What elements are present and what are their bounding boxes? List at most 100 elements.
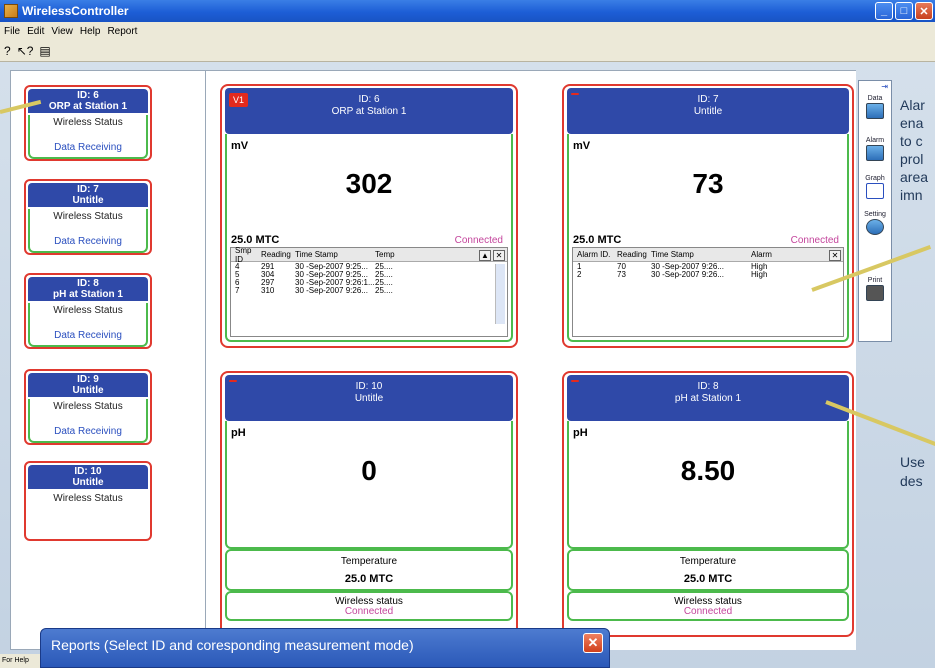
- col-header[interactable]: Reading: [617, 250, 651, 259]
- col-header[interactable]: Temp: [375, 250, 415, 259]
- alarm-button[interactable]: Alarm: [862, 137, 888, 161]
- unit-label: mV: [573, 140, 591, 152]
- table-row[interactable]: 7 310 30 -Sep-2007 9:26... 25....: [231, 285, 507, 295]
- close-table-icon[interactable]: ✕: [493, 250, 505, 261]
- reading-value: 73: [692, 168, 724, 199]
- card-name: Untitle: [693, 106, 723, 117]
- graph-button-label: Graph: [865, 175, 885, 182]
- temperature-value: 25.0 MTC: [573, 234, 622, 246]
- graph-button[interactable]: Graph: [862, 175, 888, 199]
- cell: 310: [261, 285, 275, 295]
- table-row[interactable]: 2 73 30 -Sep-2007 9:26... High: [573, 269, 843, 279]
- channel-tag: V1: [229, 93, 249, 107]
- reading-value: 302: [345, 168, 393, 199]
- setting-button[interactable]: Setting: [862, 211, 888, 235]
- print-button[interactable]: Print: [862, 277, 888, 301]
- station-card-id6[interactable]: ID: 6 ORP at Station 1 Wireless Status Dat…: [24, 85, 152, 161]
- card-name: pH at Station 1: [674, 393, 742, 404]
- dialog-close-button[interactable]: ✕: [583, 633, 603, 653]
- dashboard-area: V1 ID: 6 ORP at Station 1 mV 302 25.0 MTC …: [206, 70, 856, 650]
- callout-line: imn: [900, 187, 923, 203]
- card-id: ID: 7: [697, 94, 719, 105]
- table-scrollbar[interactable]: [495, 264, 505, 324]
- station-id: ID: 10: [74, 466, 102, 477]
- station-card-id8[interactable]: ID: 8 pH at Station 1 Wireless Status Data…: [24, 273, 152, 349]
- data-button-label: Data: [867, 95, 883, 102]
- col-header[interactable]: Time Stamp: [295, 250, 375, 259]
- status-bar: For Help: [0, 654, 40, 668]
- station-name: Untitle: [72, 385, 104, 396]
- station-card-id7[interactable]: ID: 7 Untitle Wireless Status Data Receivi…: [24, 179, 152, 255]
- col-header[interactable]: Alarm: [751, 250, 791, 259]
- reading-value: 0: [361, 455, 377, 486]
- menu-file[interactable]: File: [4, 26, 20, 37]
- card-id: ID: 10: [355, 381, 383, 392]
- app-window: WirelessController _ □ ✕ File Edit View …: [0, 0, 935, 668]
- print-button-label: Print: [867, 277, 883, 284]
- station-card-id10[interactable]: ID: 10 Untitle Wireless Status: [24, 461, 152, 541]
- col-header[interactable]: Alarm ID.: [573, 250, 617, 259]
- data-receiving-label: Data Receiving: [54, 236, 122, 247]
- scroll-up-icon[interactable]: ▲: [479, 250, 491, 261]
- close-table-icon[interactable]: ✕: [829, 250, 841, 261]
- reports-dialog: Reports (Select ID and coresponding meas…: [40, 628, 610, 668]
- data-receiving-label: Data Receiving: [54, 142, 122, 153]
- station-id: ID: 9: [77, 374, 99, 385]
- minimize-button[interactable]: _: [875, 2, 893, 20]
- temperature-panel: Temperature 25.0 MTC: [567, 549, 849, 591]
- station-name: pH at Station 1: [52, 289, 123, 300]
- temperature-panel: Temperature 25.0 MTC: [225, 549, 513, 591]
- wireless-status-label: Wireless Status: [53, 305, 123, 316]
- data-button[interactable]: Data: [862, 95, 888, 119]
- unit-label: pH: [573, 427, 588, 439]
- cell: 25....: [375, 285, 393, 295]
- cell: 2: [577, 269, 582, 279]
- menu-view[interactable]: View: [51, 26, 73, 37]
- app-icon: [4, 4, 18, 18]
- monitor-card-id7: ID: 7 Untitle mV 73 25.0 MTC Connected Al…: [562, 84, 854, 348]
- pin-icon[interactable]: ⇥: [881, 82, 888, 91]
- data-receiving-label: Data Receiving: [54, 330, 122, 341]
- card-name: ORP at Station 1: [331, 106, 407, 117]
- col-header[interactable]: Time Stamp: [651, 250, 751, 259]
- monitor-card-id8: ID: 8 pH at Station 1 pH 8.50 Temperature…: [562, 371, 854, 637]
- card-name: Untitle: [354, 393, 384, 404]
- station-id: ID: 7: [77, 184, 99, 195]
- temperature-label: Temperature: [679, 556, 737, 567]
- callout-line: area: [900, 169, 929, 185]
- station-list: ID: 6 ORP at Station 1 Wireless Status Dat…: [10, 70, 206, 650]
- context-help-icon[interactable]: ↖?: [17, 44, 34, 58]
- data-receiving-label: Data Receiving: [54, 426, 122, 437]
- unit-label: pH: [231, 427, 246, 439]
- station-id: ID: 6: [77, 90, 99, 101]
- callout-line: Alar: [900, 97, 925, 113]
- channel-tag: [571, 93, 579, 95]
- gear-icon: [866, 219, 884, 235]
- alarm-button-label: Alarm: [865, 137, 885, 144]
- report-icon[interactable]: ▤: [39, 44, 50, 58]
- callout-line: ena: [900, 115, 924, 131]
- window-title: WirelessController: [22, 4, 129, 18]
- menu-help[interactable]: Help: [80, 26, 101, 37]
- data-icon: [866, 103, 884, 119]
- callout-line: Use: [900, 454, 925, 470]
- alarm-icon: [866, 145, 884, 161]
- channel-tag: [571, 380, 579, 382]
- about-icon[interactable]: ?: [4, 44, 11, 58]
- temperature-value: 25.0 MTC: [231, 234, 280, 246]
- connection-status: Connected: [683, 606, 733, 617]
- station-name: Untitle: [72, 477, 104, 488]
- menu-edit[interactable]: Edit: [27, 26, 44, 37]
- monitor-card-id6: V1 ID: 6 ORP at Station 1 mV 302 25.0 MTC …: [220, 84, 518, 348]
- monitor-card-id10: ID: 10 Untitle pH 0 Temperature 25.0 MTC W…: [220, 371, 518, 641]
- connection-status: Connected: [344, 606, 394, 617]
- col-header[interactable]: Reading: [261, 250, 295, 259]
- wireless-panel: Wireless status Connected: [567, 591, 849, 621]
- menu-report[interactable]: Report: [107, 26, 137, 37]
- wireless-status-label: Wireless Status: [53, 401, 123, 412]
- cell: High: [751, 269, 768, 279]
- station-card-id9[interactable]: ID: 9 Untitle Wireless Status Data Receivi…: [24, 369, 152, 445]
- close-button[interactable]: ✕: [915, 2, 933, 20]
- maximize-button[interactable]: □: [895, 2, 913, 20]
- reading-value: 8.50: [680, 455, 736, 486]
